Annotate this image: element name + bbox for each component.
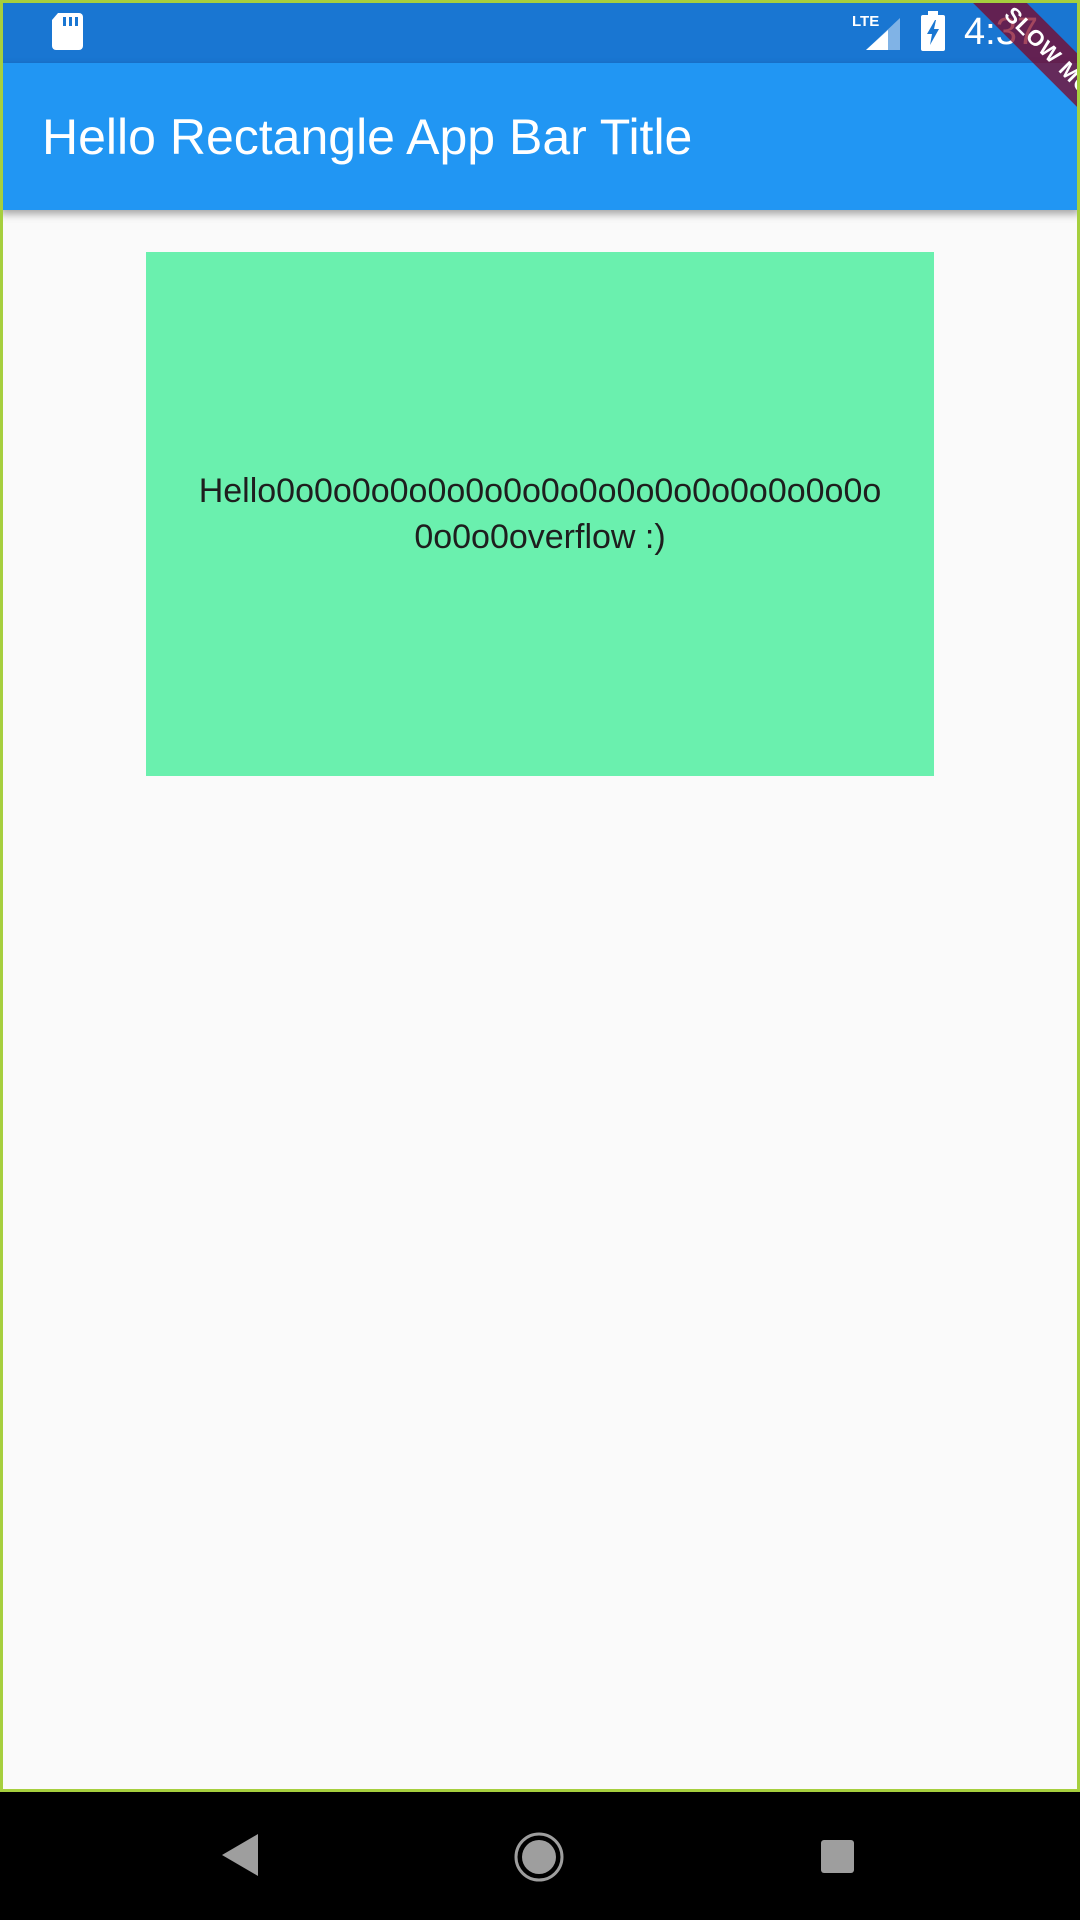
lte-label: LTE (852, 13, 879, 30)
home-icon[interactable] (514, 1832, 564, 1882)
body: Hello0o0o0o0o0o0o0o0o0o0o0o0o0o0o0o0o0o0… (0, 210, 1080, 1792)
slow-mode-banner: SLOW MODE (910, 0, 1080, 170)
sd-card-icon (52, 13, 83, 50)
back-icon[interactable] (222, 1834, 258, 1876)
rectangle-text: Hello0o0o0o0o0o0o0o0o0o0o0o0o0o0o0o0o0o0… (198, 472, 882, 556)
hello-rectangle: Hello0o0o0o0o0o0o0o0o0o0o0o0o0o0o0o0o0o0… (146, 252, 934, 776)
slow-mode-label: SLOW MODE (958, 0, 1080, 165)
navigation-bar (0, 1792, 1080, 1920)
screen: LTE 4:37 Hello Rectangle App Bar Title H… (0, 0, 1080, 1792)
recents-icon[interactable] (821, 1840, 854, 1873)
app-bar-title: Hello Rectangle App Bar Title (42, 109, 693, 165)
lte-signal-icon: LTE (852, 13, 900, 50)
